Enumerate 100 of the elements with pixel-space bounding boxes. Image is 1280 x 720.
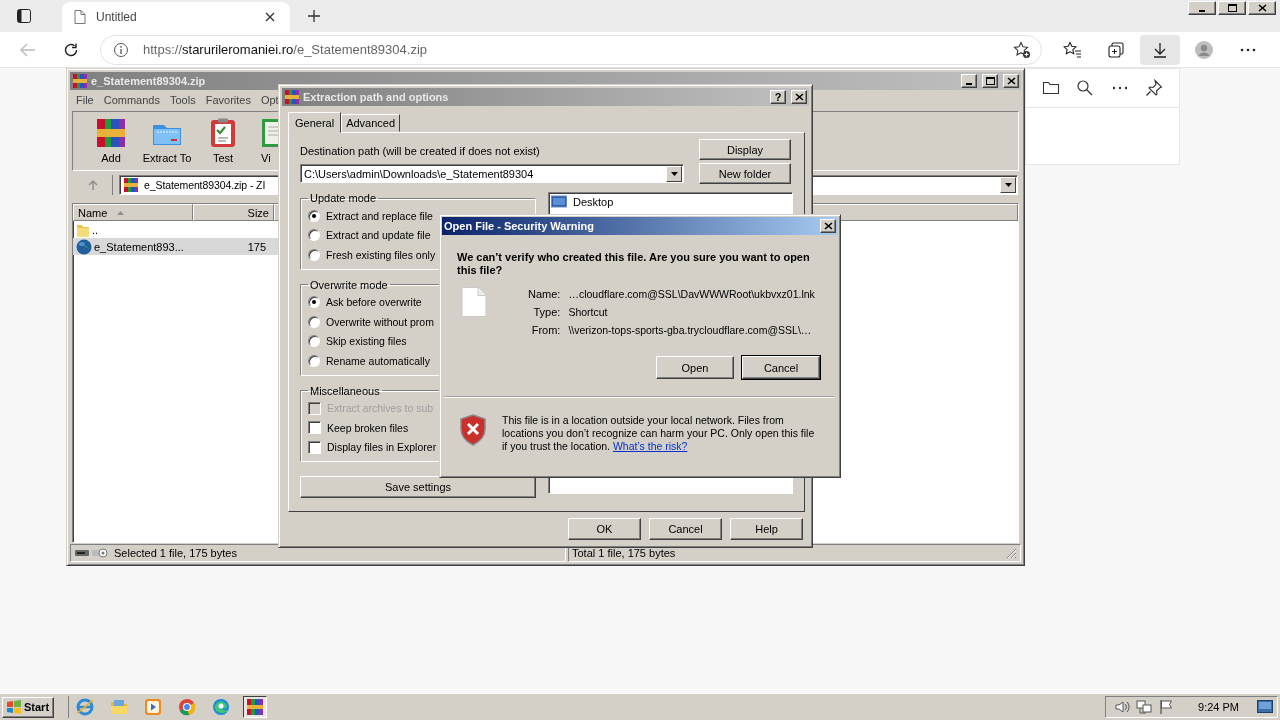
- caret-icon: [1004, 183, 1012, 187]
- play-icon: [143, 697, 163, 717]
- maximize-button[interactable]: [1218, 1, 1246, 15]
- browser-icon: [177, 697, 197, 717]
- file-row[interactable]: e_Statement893... 175: [73, 238, 279, 255]
- tree-item[interactable]: Desktop: [573, 196, 614, 208]
- dropdown-button[interactable]: [666, 165, 682, 182]
- column-header[interactable]: Name: [73, 204, 193, 221]
- status-text: Total 1 file, 175 bytes: [572, 547, 676, 559]
- address-field[interactable]: https://starurileromaniei.ro/e_Statement89304.zip: [100, 34, 1042, 65]
- file-row[interactable]: ..: [73, 221, 279, 238]
- radio-button[interactable]: [308, 229, 320, 242]
- side-button[interactable]: Display: [699, 139, 791, 160]
- checkbox[interactable]: [308, 440, 321, 454]
- search-icon: [1076, 79, 1095, 97]
- add-favorite-button[interactable]: [1013, 40, 1031, 59]
- column-header[interactable]: Size: [193, 204, 274, 221]
- browser-tab[interactable]: Untitled: [62, 2, 290, 32]
- radio-button[interactable]: [308, 296, 320, 309]
- resize-grip-icon: [1006, 547, 1017, 559]
- file-name: e_Statement893...: [94, 240, 184, 253]
- shield-icon: [459, 414, 487, 446]
- page-icon: [74, 10, 86, 24]
- file-name: ..: [92, 223, 99, 236]
- field-value: Shortcut: [568, 306, 609, 318]
- archive-icon: [245, 697, 265, 717]
- dialog-button[interactable]: Cancel: [649, 518, 722, 540]
- more-icon: [1240, 47, 1256, 52]
- dropdown-button[interactable]: [1000, 177, 1016, 193]
- checkbox[interactable]: [308, 421, 321, 435]
- pin-icon: [1144, 79, 1163, 97]
- network-icon: [1136, 699, 1153, 715]
- close-button[interactable]: [820, 219, 836, 233]
- file-size: 175: [247, 240, 266, 253]
- info-icon: [113, 41, 129, 58]
- side-button[interactable]: New folder: [699, 163, 791, 184]
- archive-icon: [123, 177, 139, 193]
- menu-item[interactable]: File: [76, 93, 94, 106]
- dialog-button[interactable]: OK: [568, 518, 641, 540]
- back-arrow-icon: [20, 42, 36, 57]
- tab[interactable]: Advanced: [341, 114, 401, 132]
- option-label: Ask before overwrite: [326, 296, 422, 309]
- downloads-button[interactable]: [1140, 34, 1180, 65]
- field-value: …cloudflare.com@SSL\DavWWWRoot\ukbvxz01.lnk: [568, 288, 815, 300]
- desktop-icon: [551, 195, 567, 209]
- close-icon: [823, 222, 833, 230]
- show-desktop-icon[interactable]: [1257, 700, 1273, 714]
- radio-button[interactable]: [308, 354, 320, 367]
- tab[interactable]: General: [288, 112, 342, 133]
- option-label: Overwrite without prom: [326, 315, 434, 328]
- option-label: Extract and replace file: [326, 209, 433, 222]
- drive-icon: [74, 547, 108, 559]
- option-label: Keep broken files: [327, 421, 409, 434]
- dialog-button[interactable]: Open: [656, 356, 734, 379]
- status-text: Selected 1 file, 175 bytes: [114, 547, 237, 559]
- globe-icon: [76, 238, 92, 255]
- start-button[interactable]: Start: [2, 696, 54, 718]
- menu-item[interactable]: Tools: [170, 93, 196, 106]
- folder-icon: [109, 697, 129, 717]
- option-label: Rename automatically: [326, 354, 430, 367]
- avatar-icon: [1195, 40, 1213, 59]
- more-icon: [1111, 86, 1128, 90]
- add-icon: [95, 117, 127, 149]
- close-button[interactable]: [1248, 1, 1276, 15]
- save-settings-button[interactable]: Save settings: [300, 476, 536, 498]
- toolbar-button[interactable]: Test: [195, 117, 251, 164]
- field-label: Destination path (will be created if does not exist): [300, 145, 541, 159]
- menu-item[interactable]: Opt: [260, 93, 279, 106]
- group-title: Overwrite mode: [309, 278, 389, 291]
- browser-icon: [75, 697, 95, 717]
- sidebar-icon: [16, 8, 32, 24]
- favorites-icon: [1063, 40, 1081, 59]
- menu-item[interactable]: Commands: [103, 93, 160, 106]
- dialog-title: Extraction path and options: [303, 91, 449, 103]
- group-title: Miscellaneous: [309, 384, 381, 397]
- destination-combo[interactable]: C:\Users\admin\Downloads\e_Statement89304: [300, 164, 684, 183]
- radio-button[interactable]: [308, 209, 320, 222]
- plus-icon: [307, 9, 321, 23]
- collections-icon: [1107, 40, 1125, 59]
- option-label: Display files in Explorer: [327, 441, 437, 454]
- menu-item[interactable]: Favorites: [205, 93, 251, 106]
- radio-button[interactable]: [308, 335, 320, 348]
- document-icon: [461, 287, 487, 317]
- close-icon: [265, 12, 275, 22]
- dialog-button[interactable]: Help: [730, 518, 803, 540]
- refresh-icon: [63, 41, 79, 58]
- risk-link[interactable]: What’s the risk?: [612, 440, 688, 452]
- sort-arrow-icon: [117, 210, 125, 215]
- toolbar-button[interactable]: Extract To: [139, 117, 195, 164]
- option-label: Skip existing files: [326, 335, 407, 348]
- taskbar-button[interactable]: [243, 696, 267, 718]
- star-plus-icon: [1013, 40, 1031, 59]
- toolbar-button[interactable]: Add: [83, 117, 139, 164]
- close-icon: [1257, 4, 1267, 12]
- maximize-icon: [985, 77, 995, 85]
- maximize-icon: [1227, 4, 1237, 12]
- window-title: e_Statement89304.zip: [91, 75, 206, 87]
- dialog-button[interactable]: Cancel: [742, 356, 820, 379]
- dialog-title: Open File - Security Warning: [444, 220, 594, 232]
- minimize-button[interactable]: [1188, 1, 1216, 15]
